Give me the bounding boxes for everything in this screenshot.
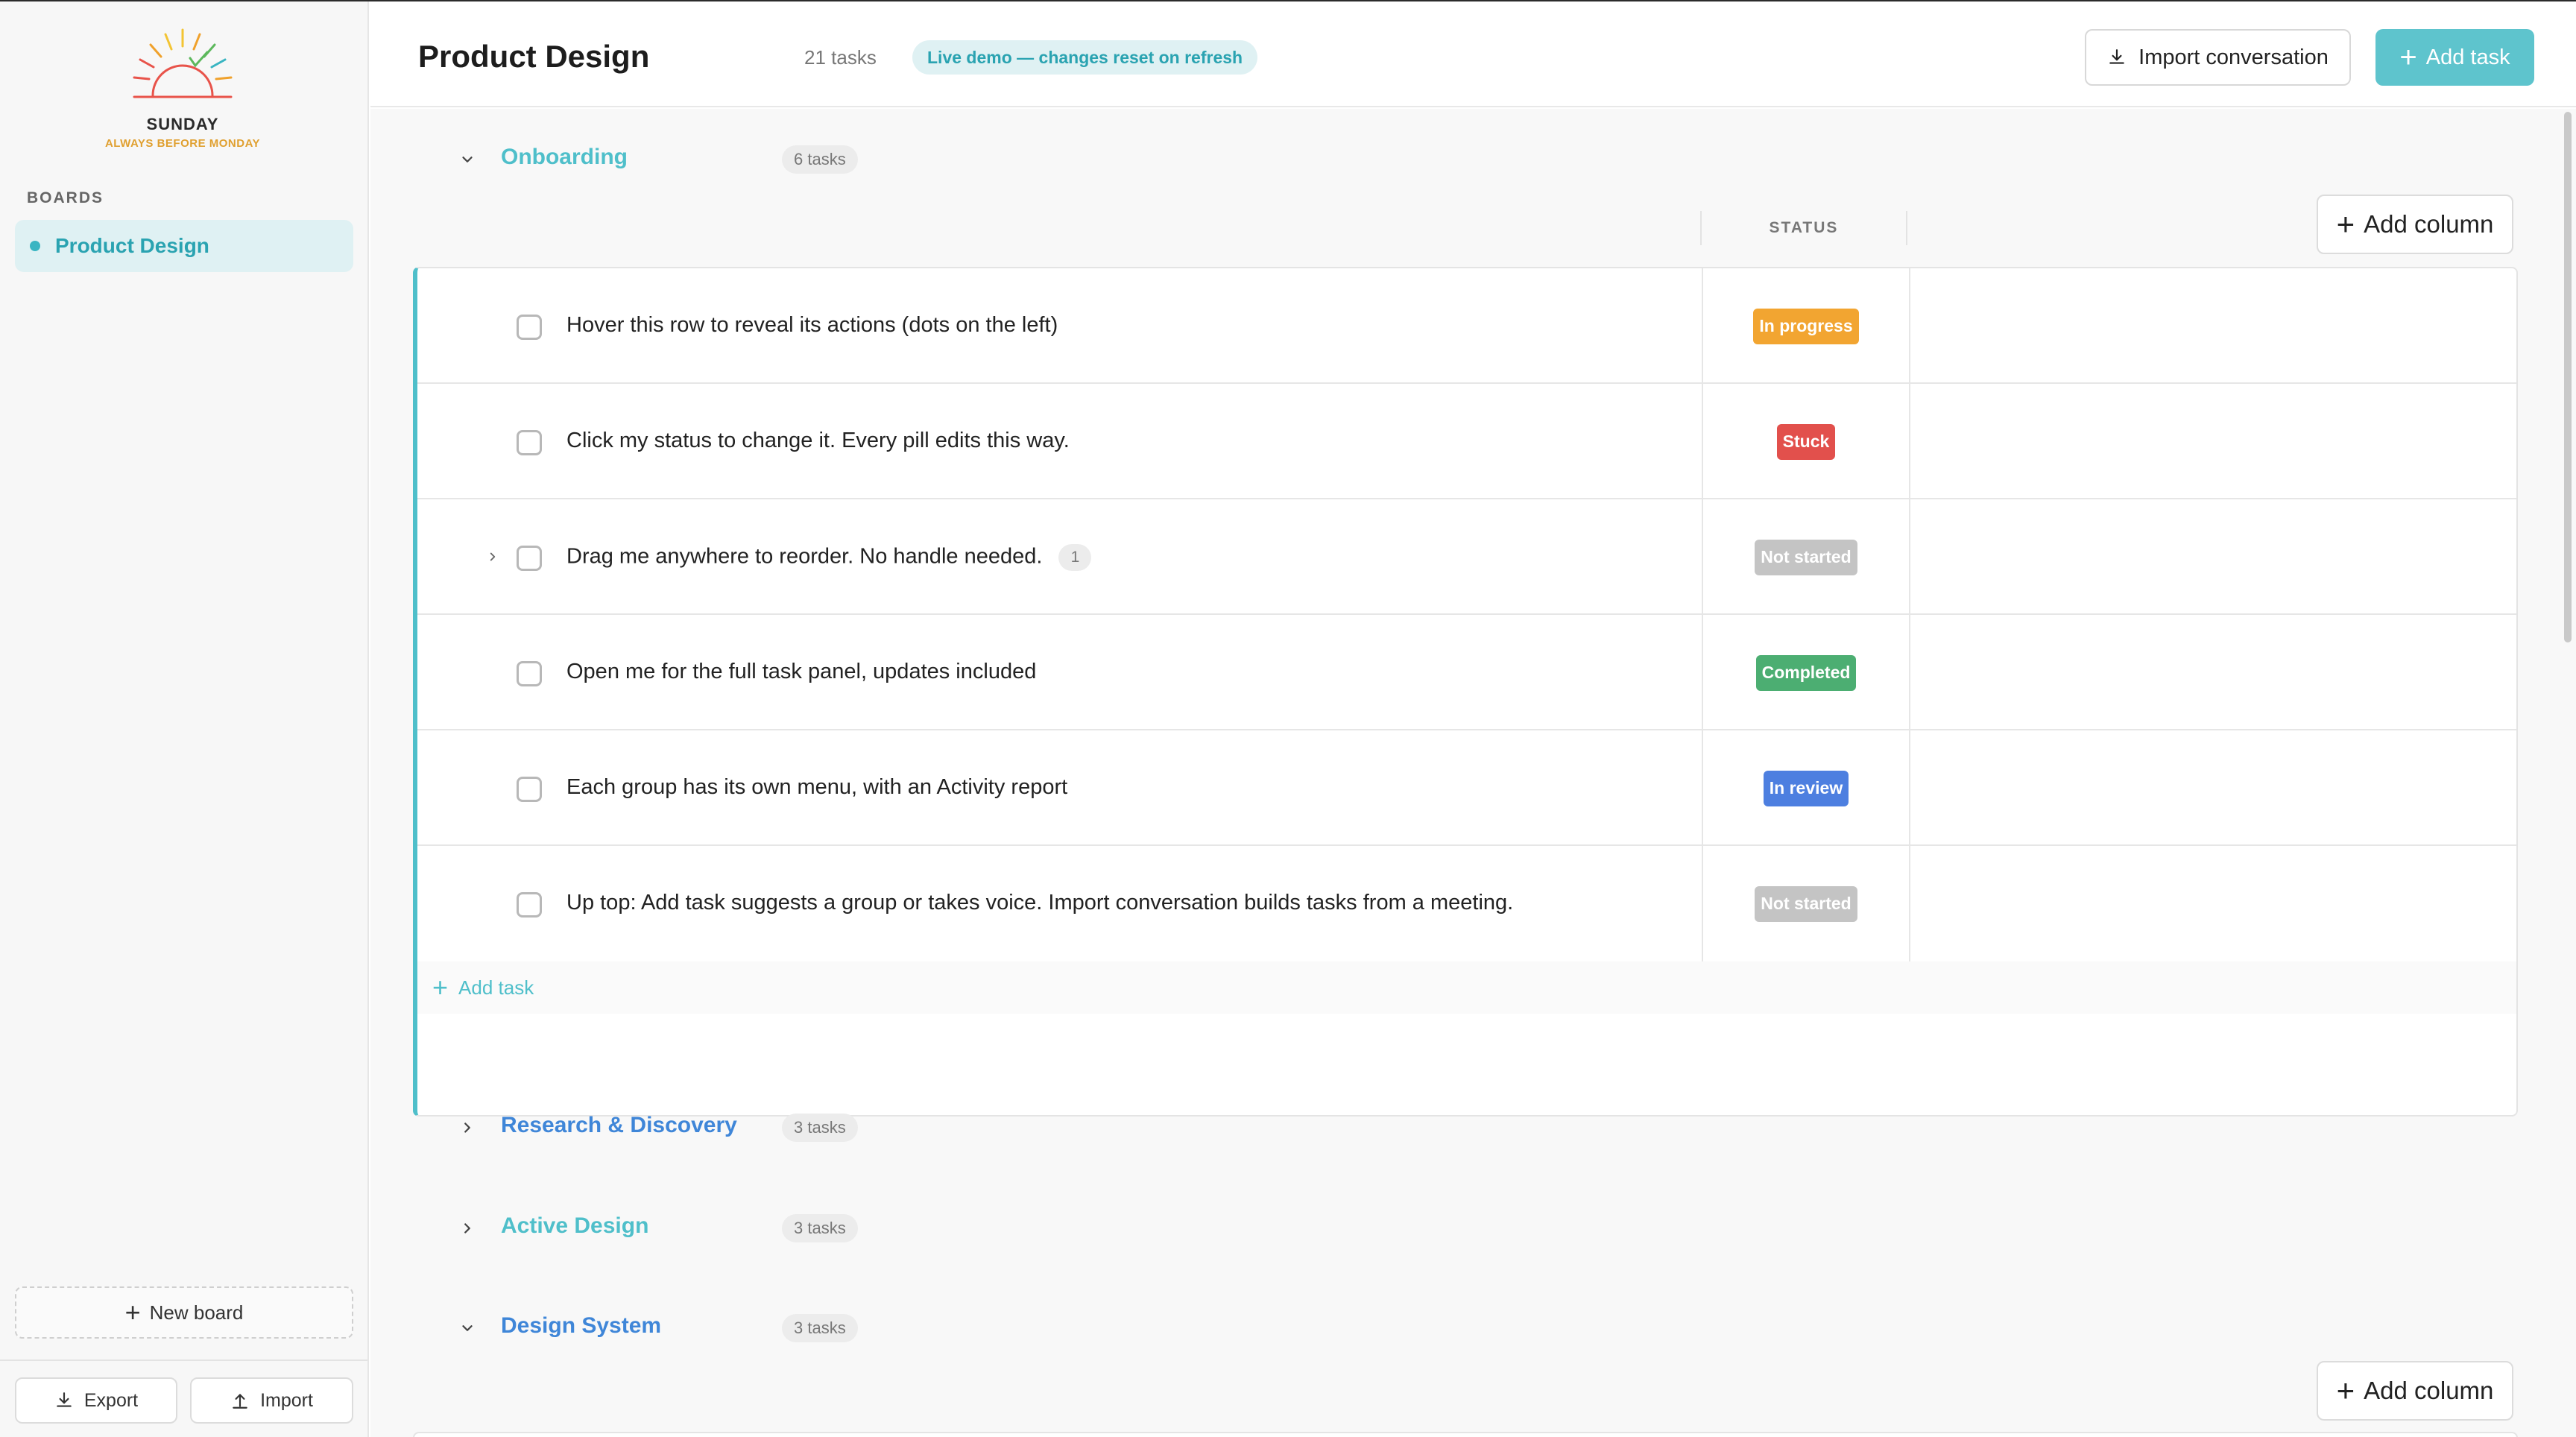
sun-logo-icon <box>133 28 233 98</box>
new-board-label: New board <box>149 1301 244 1324</box>
sidebar: SUNDAY ALWAYS BEFORE MONDAY BOARDS Produ… <box>0 1 369 1437</box>
board-color-dot <box>30 241 40 251</box>
status-cell: In progress <box>1702 268 1910 384</box>
import-conversation-button[interactable]: Import conversation <box>2085 29 2351 86</box>
chevron-right-icon[interactable] <box>482 546 504 568</box>
group-task-count: 6 tasks <box>782 145 858 174</box>
chevron-right-icon[interactable] <box>456 1117 479 1139</box>
add-column-label: Add column <box>2364 210 2494 238</box>
group-header-onboarding: Onboarding 6 tasks <box>456 145 978 174</box>
group-header-research-discovery: Research & Discovery 3 tasks <box>456 1113 978 1143</box>
import-conversation-label: Import conversation <box>2138 45 2329 69</box>
status-pill[interactable]: Not started <box>1755 539 1857 575</box>
column-header-status[interactable]: STATUS <box>1700 211 1907 245</box>
task-checkbox[interactable] <box>517 546 542 571</box>
plus-icon: + <box>432 972 449 1002</box>
task-table-design-system <box>413 1432 2518 1437</box>
board-header: Product Design 21 tasks Live demo — chan… <box>370 1 2576 107</box>
add-column-button[interactable]: + Add column <box>2317 1361 2513 1421</box>
export-label: Export <box>83 1389 139 1411</box>
status-pill[interactable]: Not started <box>1755 885 1857 922</box>
new-board-button[interactable]: + New board <box>15 1286 353 1339</box>
demo-badge: Live demo — changes reset on refresh <box>912 40 1258 75</box>
task-name-wrapper[interactable]: Drag me anywhere to reorder. No handle n… <box>566 544 1092 571</box>
task-name-cell: Click my status to change it. Every pill… <box>417 384 1699 499</box>
status-pill[interactable]: In review <box>1763 770 1849 806</box>
group-name[interactable]: Onboarding <box>501 145 628 170</box>
chevron-down-icon[interactable] <box>456 1317 479 1339</box>
table-row[interactable]: Each group has its own menu, with an Act… <box>417 730 2516 846</box>
plus-icon: + <box>124 1297 141 1327</box>
status-cell: Not started <box>1702 846 1910 961</box>
brand-name: SUNDAY <box>146 115 219 133</box>
task-name: Drag me anywhere to reorder. No handle n… <box>566 544 1043 569</box>
group-name[interactable]: Active Design <box>501 1213 648 1239</box>
table-row[interactable]: Up top: Add task suggests a group or tak… <box>417 846 2516 961</box>
add-task-row-label: Add task <box>458 976 534 999</box>
subtask-count-badge[interactable]: 1 <box>1058 544 1092 571</box>
task-checkbox[interactable] <box>517 777 542 802</box>
task-checkbox[interactable] <box>517 661 542 686</box>
export-button[interactable]: Export <box>15 1377 177 1424</box>
task-name-cell: Hover this row to reveal its actions (do… <box>417 268 1699 384</box>
download-icon <box>2109 49 2124 64</box>
group-task-count: 3 tasks <box>782 1314 858 1342</box>
table-row[interactable]: Drag me anywhere to reorder. No handle n… <box>417 499 2516 615</box>
boards-heading: BOARDS <box>27 189 104 206</box>
import-label: Import <box>260 1389 313 1411</box>
status-cell: Stuck <box>1702 384 1910 499</box>
task-checkbox[interactable] <box>517 430 542 455</box>
vertical-scrollbar[interactable] <box>2564 112 2572 642</box>
plus-icon: + <box>2399 41 2417 74</box>
task-checkbox[interactable] <box>517 892 542 918</box>
chevron-down-icon[interactable] <box>456 148 479 171</box>
brand-logo[interactable]: SUNDAY ALWAYS BEFORE MONDAY <box>89 24 276 158</box>
task-name-cell: Each group has its own menu, with an Act… <box>417 730 1699 846</box>
add-column-button[interactable]: + Add column <box>2317 195 2513 254</box>
sidebar-item-product-design[interactable]: Product Design <box>15 220 353 272</box>
task-count: 21 tasks <box>804 46 877 69</box>
group-header-active-design: Active Design 3 tasks <box>456 1213 978 1243</box>
status-pill[interactable]: In progress <box>1753 308 1859 344</box>
plus-icon: + <box>2336 206 2355 241</box>
import-button[interactable]: Import <box>190 1377 353 1424</box>
task-name-cell: Open me for the full task panel, updates… <box>417 615 1699 730</box>
upload-icon <box>233 1394 247 1409</box>
table-row[interactable]: Open me for the full task panel, updates… <box>417 615 2516 730</box>
task-name[interactable]: Up top: Add task suggests a group or tak… <box>566 891 1513 915</box>
status-pill[interactable]: Completed <box>1755 654 1857 691</box>
status-cell: Not started <box>1702 499 1910 615</box>
group-name[interactable]: Research & Discovery <box>501 1113 737 1138</box>
task-name[interactable]: Hover this row to reveal its actions (do… <box>566 313 1058 338</box>
task-name-cell: Up top: Add task suggests a group or tak… <box>417 846 1699 961</box>
add-task-label: Add task <box>2425 45 2510 69</box>
task-name-cell: Drag me anywhere to reorder. No handle n… <box>417 499 1699 615</box>
plus-icon: + <box>2336 1373 2355 1408</box>
divider <box>0 1359 367 1361</box>
chevron-right-icon[interactable] <box>456 1217 479 1239</box>
group-name[interactable]: Design System <box>501 1313 661 1339</box>
group-task-count: 3 tasks <box>782 1214 858 1242</box>
task-name[interactable]: Each group has its own menu, with an Act… <box>566 775 1067 800</box>
table-row[interactable]: Hover this row to reveal its actions (do… <box>417 268 2516 384</box>
task-table-onboarding: Hover this row to reveal its actions (do… <box>413 267 2518 1117</box>
task-name[interactable]: Click my status to change it. Every pill… <box>566 429 1070 453</box>
page-title: Product Design <box>418 39 650 74</box>
status-cell: In review <box>1702 730 1910 846</box>
add-task-row[interactable]: + Add task <box>417 961 2516 1014</box>
task-name[interactable]: Open me for the full task panel, updates… <box>566 660 1036 684</box>
add-column-label: Add column <box>2364 1377 2494 1404</box>
board-content: Onboarding 6 tasks STATUS + Add column H… <box>370 109 2576 1437</box>
add-task-button[interactable]: + Add task <box>2375 29 2534 86</box>
brand-tagline: ALWAYS BEFORE MONDAY <box>104 137 261 150</box>
task-checkbox[interactable] <box>517 315 542 340</box>
table-row[interactable]: Click my status to change it. Every pill… <box>417 384 2516 499</box>
status-pill[interactable]: Stuck <box>1776 423 1836 460</box>
group-task-count: 3 tasks <box>782 1114 858 1142</box>
sidebar-item-label: Product Design <box>55 234 209 257</box>
app-window: SUNDAY ALWAYS BEFORE MONDAY BOARDS Produ… <box>0 0 2576 1437</box>
download-icon <box>57 1392 72 1407</box>
group-header-design-system: Design System 3 tasks <box>456 1313 978 1343</box>
status-cell: Completed <box>1702 615 1910 730</box>
